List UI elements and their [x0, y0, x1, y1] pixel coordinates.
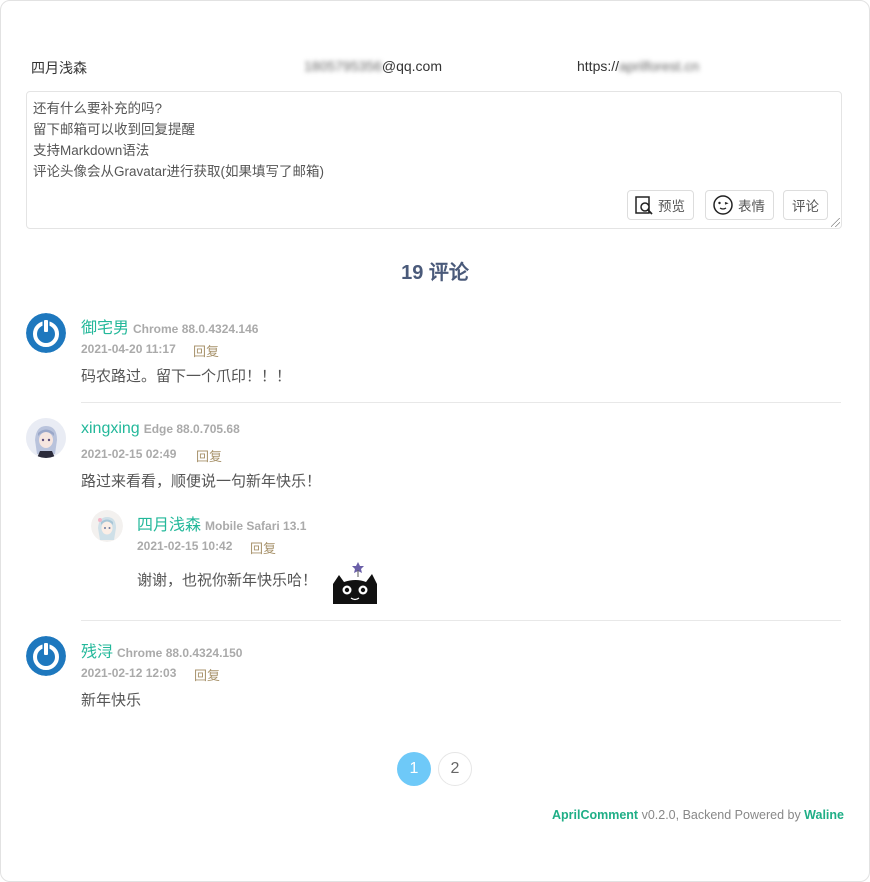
author-nick: 御宅男	[81, 320, 130, 337]
anime-avatar-small-icon	[91, 510, 123, 542]
placeholder-line: 评论头像会从Gravatar进行获取(如果填写了邮箱)	[33, 164, 325, 179]
name-field[interactable]: 四月浅森	[31, 58, 87, 78]
comment-author[interactable]: 御宅男 Chrome 88.0.4324.146	[81, 314, 258, 338]
page-1-button[interactable]: 1	[397, 752, 431, 786]
footer-version: v0.2.0, Backend Powered by	[638, 808, 805, 822]
placeholder-line: 支持Markdown语法	[33, 143, 150, 158]
comment-time: 2021-04-20 11:17	[81, 342, 176, 356]
user-agent: Edge 88.0.705.68	[143, 422, 240, 436]
comment-divider	[81, 620, 841, 621]
avatar	[26, 313, 66, 353]
power-avatar-icon	[26, 636, 66, 676]
emoji-label: 表情	[738, 199, 765, 214]
comment-time: 2021-02-12 12:03	[81, 666, 177, 680]
preview-icon	[635, 196, 653, 215]
author-nick: 四月浅森	[137, 517, 202, 534]
name-value: 四月浅森	[31, 60, 87, 76]
placeholder-line: 留下邮箱可以收到回复提醒	[33, 122, 195, 137]
reply-content: 谢谢，也祝你新年快乐哈！	[137, 572, 318, 589]
textarea-placeholder: 还有什么要补充的吗? 留下邮箱可以收到回复提醒 支持Markdown语法 评论头…	[33, 98, 324, 182]
comment-content: 码农路过。留下一个爪印！！！	[81, 368, 292, 385]
footer-brand-link[interactable]: AprilComment	[552, 808, 638, 822]
link-blurred-part: aprilforest.cn	[619, 58, 700, 74]
smiley-icon	[713, 195, 733, 215]
page-2-button[interactable]: 2	[438, 752, 472, 786]
user-agent: Mobile Safari 13.1	[205, 519, 307, 533]
user-agent: Chrome 88.0.4324.150	[117, 646, 243, 660]
reply-button[interactable]: 回复	[250, 538, 276, 557]
submit-button[interactable]: 评论	[783, 190, 828, 220]
author-nick: 残浔	[81, 644, 114, 661]
email-field[interactable]: 1805795356@qq.com	[304, 58, 442, 74]
comment-content: 新年快乐	[81, 692, 142, 709]
author-nick: xingxing	[81, 420, 140, 437]
footer-backend-link[interactable]: Waline	[804, 808, 844, 822]
reply-button[interactable]: 回复	[196, 446, 222, 465]
reply-author[interactable]: 四月浅森 Mobile Safari 13.1	[137, 511, 306, 535]
user-agent: Chrome 88.0.4324.146	[133, 322, 259, 336]
preview-button[interactable]: 预览	[627, 190, 694, 220]
comment-author[interactable]: xingxing Edge 88.0.705.68	[81, 420, 240, 438]
avatar	[26, 636, 66, 676]
comment-divider	[81, 402, 841, 403]
reply-time: 2021-02-15 10:42	[137, 539, 233, 553]
comment-time: 2021-02-15 02:49	[81, 447, 177, 461]
submit-label: 评论	[792, 199, 819, 214]
preview-label: 预览	[658, 199, 685, 214]
placeholder-line: 还有什么要补充的吗?	[33, 101, 163, 116]
resize-handle[interactable]	[831, 218, 840, 227]
email-domain: @qq.com	[381, 58, 442, 74]
comment-count: 19 评论	[401, 262, 469, 284]
cat-sticker-icon	[333, 562, 377, 604]
emoji-button[interactable]: 表情	[705, 190, 774, 220]
power-avatar-icon	[26, 313, 66, 353]
black-cat-sticker	[330, 560, 382, 604]
link-field[interactable]: https://aprilforest.cn	[577, 58, 699, 74]
link-prefix: https://	[577, 58, 620, 74]
reply-button[interactable]: 回复	[194, 665, 220, 684]
anime-avatar-icon	[26, 418, 66, 458]
email-blurred-part: 1805795356	[304, 58, 382, 74]
comment-textarea[interactable]: 还有什么要补充的吗? 留下邮箱可以收到回复提醒 支持Markdown语法 评论头…	[26, 91, 842, 229]
comment-content: 路过来看看，顺便说一句新年快乐！	[81, 473, 322, 490]
avatar	[91, 510, 123, 542]
reply-button[interactable]: 回复	[193, 341, 219, 360]
footer: AprilComment v0.2.0, Backend Powered by …	[552, 808, 844, 822]
comment-author[interactable]: 残浔 Chrome 88.0.4324.150	[81, 638, 242, 662]
avatar	[26, 418, 66, 458]
